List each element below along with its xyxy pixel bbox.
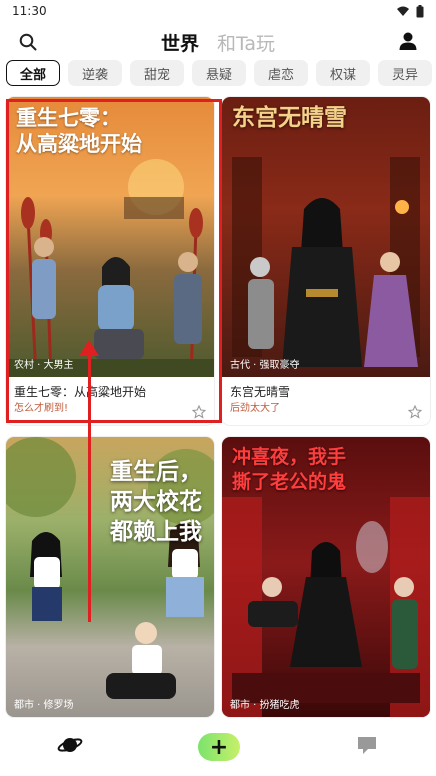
status-time: 11:30 [12, 4, 47, 18]
battery-icon [416, 4, 424, 17]
chat-icon [357, 737, 376, 754]
nav-messages[interactable] [355, 734, 379, 760]
cover-title: 重生后， 两大校花 都赖上我 [110, 459, 202, 545]
top-tabs: 世界 和Ta玩 [161, 29, 275, 56]
tab-world[interactable]: 世界 [161, 29, 199, 56]
story-title: 东宫无晴雪 [230, 385, 291, 399]
story-cover: 冲喜夜，我手 撕了老公的鬼 都市 · 扮猪吃虎 [222, 437, 430, 717]
story-tag: 都市 · 修罗场 [14, 700, 74, 711]
bottom-nav: + [0, 718, 436, 776]
planet-icon [57, 738, 83, 752]
story-cover: 东宫无晴雪 古代 · 强取豪夺 [222, 97, 430, 377]
story-card[interactable]: 东宫无晴雪 古代 · 强取豪夺 东宫无晴雪 后劲太大了 [222, 97, 430, 425]
nav-discover[interactable] [57, 734, 83, 760]
story-comment: 后劲太大了 [230, 403, 280, 414]
cover-title: 冲喜夜，我手 撕了老公的鬼 [232, 446, 347, 493]
story-card[interactable]: 冲喜夜，我手 撕了老公的鬼 都市 · 扮猪吃虎 [222, 437, 430, 717]
cover-illustration [232, 157, 420, 367]
category-chip[interactable]: 权谋 [316, 60, 370, 86]
category-chip[interactable]: 甜宠 [130, 60, 184, 86]
story-tag: 古代 · 强取豪夺 [230, 360, 300, 371]
category-chip[interactable]: 灵异 [378, 60, 432, 86]
category-chip[interactable]: 虐恋 [254, 60, 308, 86]
user-icon [399, 32, 417, 50]
cover-title: 东宫无晴雪 [232, 105, 347, 131]
story-tag: 都市 · 扮猪吃虎 [230, 700, 300, 711]
tab-play-with-ta[interactable]: 和Ta玩 [217, 29, 275, 56]
story-card[interactable]: 重生后， 两大校花 都赖上我 都市 · 修罗场 [6, 437, 214, 717]
header: 世界 和Ta玩 [0, 24, 436, 60]
category-chip[interactable]: 悬疑 [192, 60, 246, 86]
status-bar: 11:30 [0, 0, 436, 22]
highlight-box [6, 99, 222, 423]
search-button[interactable] [16, 30, 40, 54]
story-meta: 东宫无晴雪 后劲太大了 [222, 377, 430, 425]
category-chip[interactable]: 逆袭 [68, 60, 122, 86]
wifi-icon [397, 6, 409, 16]
profile-button[interactable] [396, 29, 420, 53]
create-button[interactable]: + [197, 733, 240, 761]
star-icon[interactable] [408, 405, 422, 419]
status-icons [396, 4, 424, 18]
story-cover: 重生后， 两大校花 都赖上我 都市 · 修罗场 [6, 437, 214, 717]
category-chip-all[interactable]: 全部 [6, 60, 60, 86]
search-icon [19, 33, 37, 51]
arrow-shaft [88, 352, 91, 622]
category-bar: 全部 逆袭 甜宠 悬疑 虐恋 权谋 灵异 [6, 60, 436, 88]
plus-icon: + [209, 734, 229, 760]
app-screen: 11:30 世界 和Ta玩 全部 逆袭 甜宠 悬疑 虐恋 权谋 灵异 重生七零：… [0, 0, 436, 776]
